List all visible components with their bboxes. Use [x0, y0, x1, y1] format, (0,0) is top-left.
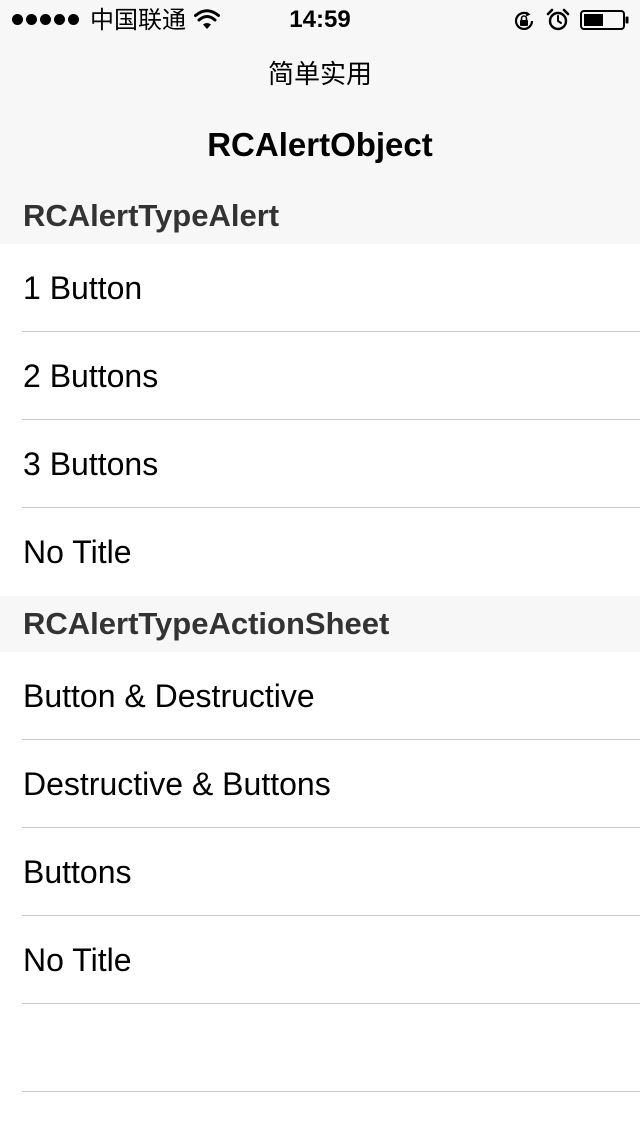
list-item-2-buttons[interactable]: 2 Buttons [0, 332, 640, 420]
section-header-action-sheet: RCAlertTypeActionSheet [0, 596, 640, 652]
navigation-bar: 中国联通 14:59 简单实用 RCAlertObject [0, 0, 640, 189]
list-item-label: Destructive & Buttons [23, 766, 331, 802]
alarm-clock-icon [546, 8, 570, 31]
row-separator [22, 1091, 640, 1092]
list-item-1-button[interactable]: 1 Button [0, 244, 640, 332]
list-item-label: Buttons [23, 854, 132, 890]
list-item-label: 3 Buttons [23, 446, 159, 482]
list-item-no-title-action-sheet[interactable]: No Title [0, 916, 640, 1004]
list-item-3-buttons[interactable]: 3 Buttons [0, 420, 640, 508]
nav-title: RCAlertObject [207, 126, 433, 163]
list-item-no-title-alert[interactable]: No Title [0, 508, 640, 596]
list-item-destructive-buttons[interactable]: Destructive & Buttons [0, 740, 640, 828]
list-item-label: No Title [23, 534, 132, 570]
battery-icon [580, 10, 629, 30]
section-header-label: RCAlertTypeAlert [23, 198, 280, 233]
list-item-label: 2 Buttons [23, 358, 159, 394]
list-item-label: Button & Destructive [23, 678, 315, 714]
list-item-label: No Title [23, 942, 132, 978]
list-item-buttons[interactable]: Buttons [0, 828, 640, 916]
status-bar: 中国联通 14:59 [0, 0, 640, 40]
section-header-label: RCAlertTypeActionSheet [23, 606, 390, 641]
list-item-button-destructive[interactable]: Button & Destructive [0, 652, 640, 740]
list-item-label: 1 Button [23, 270, 143, 306]
rotation-lock-icon [514, 11, 534, 30]
nav-prompt: 简单实用 [267, 60, 372, 90]
section-header-alert: RCAlertTypeAlert [0, 188, 640, 244]
status-time: 14:59 [289, 6, 351, 33]
list-item-empty [0, 1004, 640, 1092]
